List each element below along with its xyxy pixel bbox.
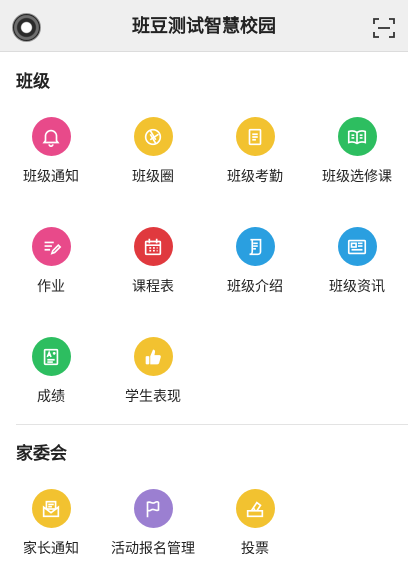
grid-item-label: 作业 [37, 279, 65, 295]
grid-item-label: 投票 [241, 541, 269, 557]
grid-item-homework[interactable]: 作业 [0, 227, 102, 307]
grid-item-timetable[interactable]: 课程表 [102, 227, 204, 307]
aperture-icon [133, 117, 173, 156]
grid-item-class-news[interactable]: 班级资讯 [306, 227, 408, 307]
grid-item-label: 成绩 [37, 389, 65, 405]
grid-item-label: 班级通知 [23, 169, 79, 185]
book-icon [337, 117, 377, 156]
grid-item-label: 班级选修课 [322, 169, 392, 185]
section-divider [16, 424, 408, 425]
scroll-icon [235, 227, 275, 266]
homework-icon [31, 227, 71, 266]
calendar-icon [133, 227, 173, 266]
grid-item-activity-signup[interactable]: 活动报名管理 [102, 489, 204, 564]
grid-item-class-intro[interactable]: 班级介绍 [204, 227, 306, 307]
flag-icon [133, 489, 173, 528]
grid-item-label: 班级考勤 [227, 169, 283, 185]
grid-item-label: 学生表现 [125, 389, 181, 405]
section-title-parents: 家委会 [16, 444, 67, 464]
page-title: 班豆测试智慧校园 [132, 16, 276, 37]
grid-item-label: 家长通知 [23, 541, 79, 557]
mail-icon [31, 489, 71, 528]
grade-icon [31, 337, 71, 376]
grid-item-vote[interactable]: 投票 [204, 489, 306, 564]
grid-item-grades[interactable]: 成绩 [0, 337, 102, 417]
grid-item-label: 课程表 [132, 279, 174, 295]
grid-item-label: 活动报名管理 [111, 541, 195, 557]
grid-item-class-attendance[interactable]: 班级考勤 [204, 117, 306, 197]
grid-item-label: 班级介绍 [227, 279, 283, 295]
grid-item-performance[interactable]: 学生表现 [102, 337, 204, 417]
scan-icon[interactable] [372, 16, 396, 40]
section-title-class: 班级 [16, 72, 50, 92]
bell-icon [31, 117, 71, 156]
grid-item-label: 班级圈 [132, 169, 174, 185]
thumbs-up-icon [133, 337, 173, 376]
news-icon [337, 227, 377, 266]
ballot-icon [235, 489, 275, 528]
grid-item-label: 班级资讯 [329, 279, 385, 295]
grid-item-class-notice[interactable]: 班级通知 [0, 117, 102, 197]
grid-item-class-elective[interactable]: 班级选修课 [306, 117, 408, 197]
grid-item-class-circle[interactable]: 班级圈 [102, 117, 204, 197]
app-header: 班豆测试智慧校园 [0, 0, 408, 52]
avatar[interactable] [12, 13, 41, 42]
grid-item-parent-notice[interactable]: 家长通知 [0, 489, 102, 564]
clipboard-icon [235, 117, 275, 156]
